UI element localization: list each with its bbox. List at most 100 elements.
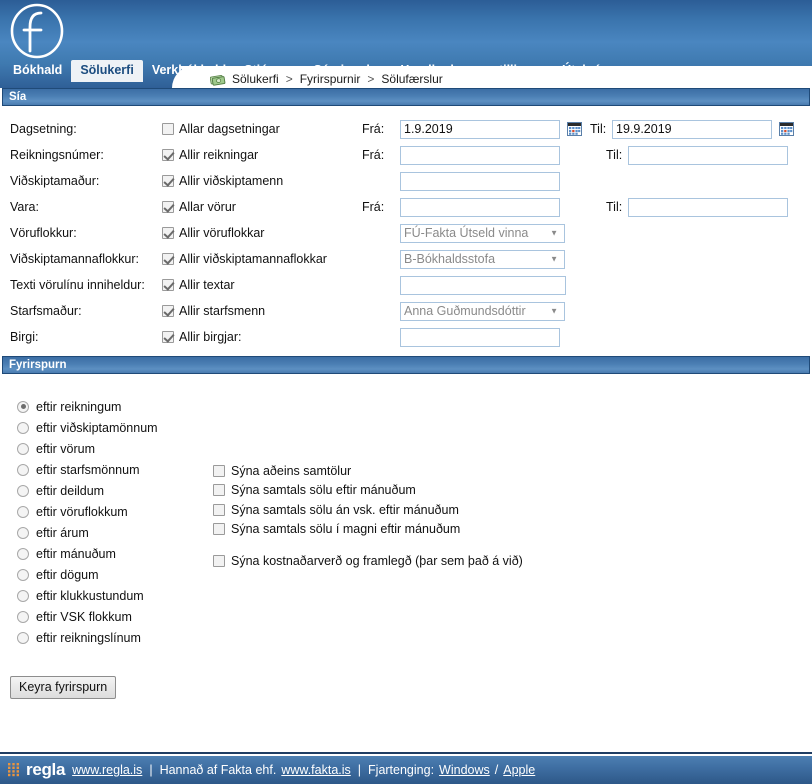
breadcrumb-item-2: Sölufærslur: [381, 72, 443, 86]
radio-row-deildum[interactable]: eftir deildum: [17, 480, 158, 501]
radio-eftir-manudum[interactable]: [17, 547, 29, 560]
radio-eftir-reikningslinum[interactable]: [17, 631, 29, 644]
radio-row-klukkustundum[interactable]: eftir klukkustundum: [17, 585, 158, 606]
checkbox-allir-vidskiptamenn[interactable]: [162, 175, 174, 187]
radio-row-reikningslinum[interactable]: eftir reikningslínum: [17, 627, 158, 648]
checkbox-row-samtals-solu-magni[interactable]: Sýna samtals sölu í magni eftir mánuðum: [213, 520, 523, 540]
checkbox-label-allar-vorur: Allar vörur: [179, 200, 236, 214]
footer-link-apple[interactable]: Apple: [503, 763, 535, 777]
nav-item-bokhald[interactable]: Bókhald: [4, 60, 71, 82]
input-reikningsnumer-til[interactable]: [628, 145, 788, 165]
footer-designed-by: Hannað af Fakta ehf.: [159, 763, 277, 777]
app-header: Bókhald Sölukerfi Verkbókhald Stjórnun S…: [0, 0, 812, 88]
checkbox-label-samtals-solu-an-vsk: Sýna samtals sölu án vsk. eftir mánuðum: [231, 502, 459, 517]
breadcrumb-separator-1: >: [367, 72, 375, 86]
checkbox-allir-textar[interactable]: [162, 279, 174, 291]
radio-row-vsk-flokkum[interactable]: eftir VSK flokkum: [17, 606, 158, 627]
nav-item-solukerfi[interactable]: Sölukerfi: [71, 60, 143, 82]
footer-link-fakta[interactable]: www.fakta.is: [281, 763, 350, 777]
input-reikningsnumer-fra[interactable]: [400, 145, 560, 165]
radio-row-arum[interactable]: eftir árum: [17, 522, 158, 543]
radio-row-reikningum[interactable]: eftir reikningum: [17, 396, 158, 417]
breadcrumb-item-0[interactable]: Sölukerfi: [232, 72, 279, 86]
grid-dots-icon: [8, 763, 19, 777]
input-vara-fra[interactable]: [400, 197, 560, 217]
radio-label-reikningslinum: eftir reikningslínum: [36, 630, 141, 645]
radio-row-vorum[interactable]: eftir vörum: [17, 438, 158, 459]
radio-eftir-starfsmonnum[interactable]: [17, 463, 29, 476]
filter-to-label-1: Til:: [606, 148, 623, 162]
checkbox-label-allir-vidskiptamenn: Allir viðskiptamenn: [179, 174, 284, 188]
checkbox-syna-samtals-solu-magni[interactable]: [213, 523, 225, 536]
input-birgi[interactable]: [400, 327, 560, 347]
footer-link-windows[interactable]: Windows: [439, 763, 490, 777]
radio-row-dogum[interactable]: eftir dögum: [17, 564, 158, 585]
checkbox-row-adeins-samtolur[interactable]: Sýna aðeins samtölur: [213, 461, 523, 481]
checkbox-allir-reikningar[interactable]: [162, 149, 174, 161]
checkbox-syna-samtals-solu-an-vsk[interactable]: [213, 503, 225, 516]
input-vara-til[interactable]: [628, 197, 788, 217]
radio-label-reikningum: eftir reikningum: [36, 399, 122, 414]
filter-to-label-3: Til:: [606, 200, 623, 214]
radio-row-voruflokkum[interactable]: eftir vöruflokkum: [17, 501, 158, 522]
footer-link-regla[interactable]: www.regla.is: [72, 763, 142, 777]
radio-row-vidskiptamonnum[interactable]: eftir viðskiptamönnum: [17, 417, 158, 438]
checkbox-allar-dagsetningar[interactable]: [162, 123, 174, 135]
checkbox-label-allir-birgjar: Allir birgjar:: [179, 330, 242, 344]
radio-row-starfsmonnum[interactable]: eftir starfsmönnum: [17, 459, 158, 480]
filter-row-vara: Vara: Allar vörur Frá: Til:: [0, 194, 812, 220]
radio-eftir-dogum[interactable]: [17, 568, 29, 581]
radio-eftir-reikningum[interactable]: [17, 400, 29, 413]
radio-eftir-vorum[interactable]: [17, 442, 29, 455]
radio-eftir-deildum[interactable]: [17, 484, 29, 497]
checkbox-allir-birgjar[interactable]: [162, 331, 174, 343]
regla-logo-icon: [10, 3, 64, 59]
nav-item-utskra[interactable]: Útskrá: [553, 60, 610, 82]
checkbox-label-samtals-solu-manudum: Sýna samtals sölu eftir mánuðum: [231, 483, 416, 498]
input-dagsetning-fra[interactable]: [400, 119, 560, 139]
radio-eftir-klukkustundum[interactable]: [17, 589, 29, 602]
app-footer: regla www.regla.is | Hannað af Fakta ehf…: [0, 756, 812, 784]
breadcrumb-item-1[interactable]: Fyrirspurnir: [300, 72, 361, 86]
checkbox-row-kostnadarverd[interactable]: Sýna kostnaðarverð og framlegð (þar sem …: [213, 551, 523, 571]
breadcrumb-separator-0: >: [285, 72, 293, 86]
filter-panel: Dagsetning: Allar dagsetningar Frá: 1.9.…: [0, 106, 812, 356]
checkbox-label-adeins-samtolur: Sýna aðeins samtölur: [231, 463, 352, 478]
select-starfsmadur[interactable]: Anna Guðmundsdóttir ▼: [400, 301, 565, 321]
filter-check-group-vidskiptamannaflokkar: Allir viðskiptamannaflokkar: [162, 252, 362, 266]
select-vidskiptamannaflokkur[interactable]: B-Bókhaldsstofa ▼: [400, 249, 565, 269]
checkbox-syna-kostnadarverd[interactable]: [213, 554, 225, 567]
radio-eftir-arum[interactable]: [17, 526, 29, 539]
filter-label-vara: Vara:: [10, 200, 39, 214]
checkbox-allar-vorur[interactable]: [162, 201, 174, 213]
radio-eftir-vidskiptamonnum[interactable]: [17, 421, 29, 434]
checkbox-row-samtals-solu-manudum[interactable]: Sýna samtals sölu eftir mánuðum: [213, 481, 523, 501]
filter-check-group-reikningar: Allir reikningar: [162, 148, 362, 162]
filter-check-group-vidskiptamenn: Allir viðskiptamenn: [162, 174, 362, 188]
footer-separator-1: |: [149, 763, 153, 777]
checkbox-allir-voruflokkar[interactable]: [162, 227, 174, 239]
radio-eftir-voruflokkum[interactable]: [17, 505, 29, 518]
select-voruflokkur[interactable]: FÚ-Fakta Útseld vinna ▼: [400, 223, 565, 243]
radio-label-klukkustundum: eftir klukkustundum: [36, 588, 144, 603]
radio-label-starfsmonnum: eftir starfsmönnum: [36, 462, 140, 477]
calendar-icon-to[interactable]: [779, 122, 794, 136]
checkbox-syna-adeins-samtolur[interactable]: [213, 464, 225, 477]
checkbox-allir-starfsmenn[interactable]: [162, 305, 174, 317]
input-dagsetning-til[interactable]: [612, 119, 772, 139]
input-vidskiptamadur[interactable]: [400, 171, 560, 191]
input-texti-vorulinu[interactable]: [400, 275, 566, 295]
radio-eftir-vsk-flokkum[interactable]: [17, 610, 29, 623]
calendar-icon-from[interactable]: [567, 122, 582, 136]
run-query-button[interactable]: Keyra fyrirspurn: [10, 676, 117, 699]
checkbox-allir-vidskiptamannaflokkar[interactable]: [162, 253, 174, 265]
radio-label-voruflokkum: eftir vöruflokkum: [36, 504, 128, 519]
filter-check-group-birgjar: Allir birgjar:: [162, 330, 362, 344]
footer-slash: /: [494, 763, 499, 777]
checkbox-syna-samtals-solu-manudum[interactable]: [213, 484, 225, 497]
checkbox-row-samtals-solu-an-vsk[interactable]: Sýna samtals sölu án vsk. eftir mánuðum: [213, 500, 523, 520]
filter-from-label-3: Frá:: [362, 200, 385, 214]
filter-row-texti-vorulinu: Texti vörulínu inniheldur: Allir textar: [0, 272, 812, 298]
filter-row-vidskiptamadur: Viðskiptamaður: Allir viðskiptamenn: [0, 168, 812, 194]
radio-row-manudum[interactable]: eftir mánuðum: [17, 543, 158, 564]
